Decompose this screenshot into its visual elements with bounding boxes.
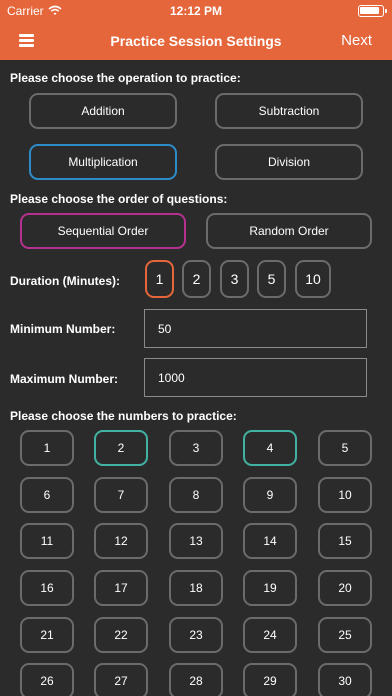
number-button-2[interactable]: 2 xyxy=(94,430,148,466)
number-button-18[interactable]: 18 xyxy=(169,570,223,606)
number-button-30[interactable]: 30 xyxy=(318,663,372,696)
duration-option-5[interactable]: 5 xyxy=(257,260,286,298)
duration-option-2[interactable]: 2 xyxy=(182,260,211,298)
number-button-25[interactable]: 25 xyxy=(318,617,372,653)
number-button-11[interactable]: 11 xyxy=(20,523,74,559)
number-button-29[interactable]: 29 xyxy=(243,663,297,696)
number-button-27[interactable]: 27 xyxy=(94,663,148,696)
duration-option-3[interactable]: 3 xyxy=(220,260,249,298)
minimum-number-field[interactable]: 50 xyxy=(144,309,367,348)
number-button-17[interactable]: 17 xyxy=(94,570,148,606)
duration-label: Duration (Minutes): xyxy=(10,274,120,288)
hamburger-icon[interactable] xyxy=(19,34,34,47)
operation-addition-button[interactable]: Addition xyxy=(29,93,177,129)
number-button-14[interactable]: 14 xyxy=(243,523,297,559)
duration-option-10[interactable]: 10 xyxy=(295,260,331,298)
duration-option-1[interactable]: 1 xyxy=(145,260,174,298)
status-time: 12:12 PM xyxy=(169,4,223,18)
nav-bar: Practice Session Settings Next xyxy=(0,22,392,60)
number-button-12[interactable]: 12 xyxy=(94,523,148,559)
number-button-24[interactable]: 24 xyxy=(243,617,297,653)
number-button-28[interactable]: 28 xyxy=(169,663,223,696)
number-button-15[interactable]: 15 xyxy=(318,523,372,559)
operation-division-button[interactable]: Division xyxy=(215,144,363,180)
order-prompt: Please choose the order of questions: xyxy=(10,192,228,206)
number-button-20[interactable]: 20 xyxy=(318,570,372,606)
battery-icon xyxy=(358,5,387,17)
maximum-number-field[interactable]: 1000 xyxy=(144,358,367,397)
number-button-3[interactable]: 3 xyxy=(169,430,223,466)
operation-subtraction-button[interactable]: Subtraction xyxy=(215,93,363,129)
operation-prompt: Please choose the operation to practice: xyxy=(10,71,241,85)
minimum-label: Minimum Number: xyxy=(10,322,116,336)
order-sequential-button[interactable]: Sequential Order xyxy=(20,213,186,249)
number-button-23[interactable]: 23 xyxy=(169,617,223,653)
number-button-16[interactable]: 16 xyxy=(20,570,74,606)
number-button-8[interactable]: 8 xyxy=(169,477,223,513)
number-button-22[interactable]: 22 xyxy=(94,617,148,653)
number-button-1[interactable]: 1 xyxy=(20,430,74,466)
next-button[interactable]: Next xyxy=(341,32,372,49)
number-button-26[interactable]: 26 xyxy=(20,663,74,696)
status-bar: Carrier 12:12 PM xyxy=(0,0,392,22)
number-button-21[interactable]: 21 xyxy=(20,617,74,653)
numbers-prompt: Please choose the numbers to practice: xyxy=(10,409,237,423)
operation-multiplication-button[interactable]: Multiplication xyxy=(29,144,177,180)
number-button-9[interactable]: 9 xyxy=(243,477,297,513)
number-button-19[interactable]: 19 xyxy=(243,570,297,606)
number-button-5[interactable]: 5 xyxy=(318,430,372,466)
order-random-button[interactable]: Random Order xyxy=(206,213,372,249)
number-button-7[interactable]: 7 xyxy=(94,477,148,513)
number-button-4[interactable]: 4 xyxy=(243,430,297,466)
maximum-label: Maximum Number: xyxy=(10,372,119,386)
number-button-13[interactable]: 13 xyxy=(169,523,223,559)
page-title: Practice Session Settings xyxy=(110,33,282,49)
number-button-10[interactable]: 10 xyxy=(318,477,372,513)
number-button-6[interactable]: 6 xyxy=(20,477,74,513)
